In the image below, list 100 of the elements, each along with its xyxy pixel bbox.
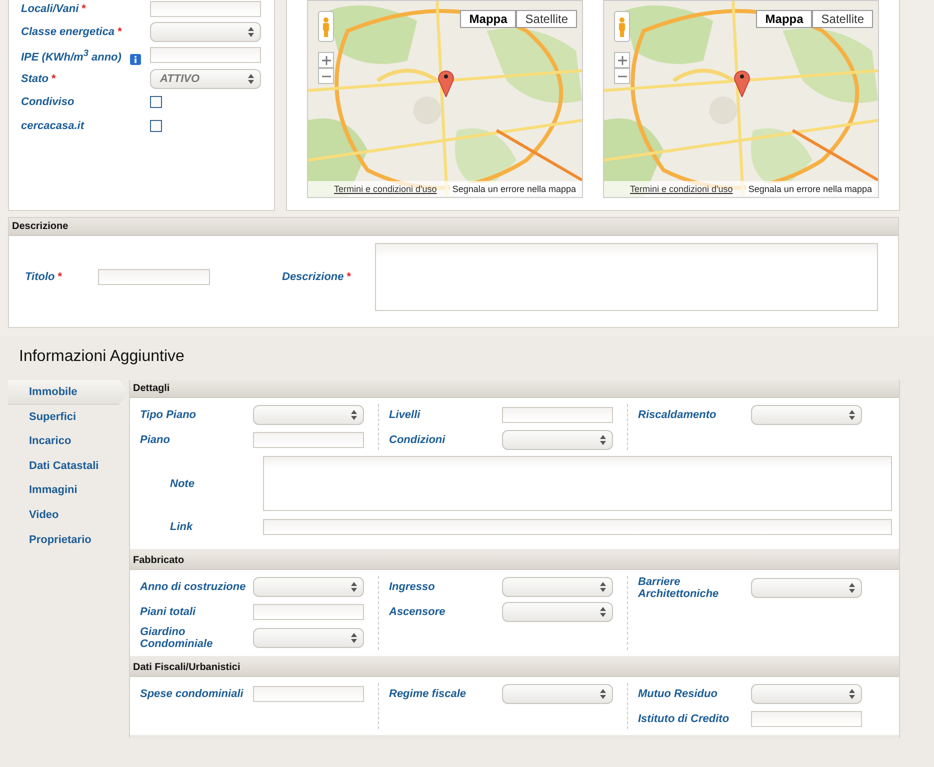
field-label: Piani totali xyxy=(140,606,197,618)
checkbox[interactable] xyxy=(150,120,162,132)
field-label: cercacasa.it xyxy=(21,120,84,132)
section-header: Dati Fiscali/Urbanistici xyxy=(130,659,899,677)
street-view-button[interactable] xyxy=(318,11,334,42)
text-area[interactable] xyxy=(263,456,892,511)
required-mark: * xyxy=(82,2,86,15)
field-label: Regime fiscale xyxy=(389,688,468,700)
text-field[interactable] xyxy=(253,432,364,448)
select-field[interactable] xyxy=(253,404,364,424)
required-mark: * xyxy=(52,72,56,85)
select-field[interactable] xyxy=(502,430,613,450)
text-area[interactable] xyxy=(375,243,878,311)
select-field[interactable] xyxy=(502,602,613,622)
field-label: Titolo xyxy=(25,271,55,283)
select-arrows-icon xyxy=(351,410,357,420)
terms-link[interactable]: Termini e condizioni d'uso xyxy=(334,184,437,194)
select-field[interactable] xyxy=(751,404,862,424)
field-label: Spese condominiali xyxy=(140,688,244,700)
zoom-out-button[interactable] xyxy=(614,68,630,84)
sidebar-tab[interactable]: Proprietario xyxy=(8,528,129,552)
select-field[interactable]: ATTIVO xyxy=(150,68,261,89)
field-label: Livelli xyxy=(389,408,422,420)
sidebar-tab[interactable]: Immobile xyxy=(8,380,129,405)
required-mark: * xyxy=(58,271,62,283)
field-label: Giardino Condominiale xyxy=(140,626,214,650)
info-icon[interactable] xyxy=(130,54,142,65)
field-label: Condizioni xyxy=(389,434,446,446)
select-arrows-icon xyxy=(849,688,855,698)
select-arrows-icon xyxy=(600,434,606,444)
select-field[interactable] xyxy=(253,576,364,596)
person-icon xyxy=(618,16,626,36)
map-type-button[interactable]: Mappa xyxy=(460,10,516,28)
map-type-button[interactable]: Mappa xyxy=(756,10,812,28)
select-field[interactable] xyxy=(751,684,862,704)
street-view-button[interactable] xyxy=(614,11,630,42)
map-type-button[interactable]: Satellite xyxy=(812,10,873,28)
text-field[interactable] xyxy=(150,0,261,17)
field-label: Tipo Piano xyxy=(140,408,198,420)
field-label: Ascensore xyxy=(389,606,446,618)
select-arrows-icon xyxy=(849,583,855,593)
section-header: Dettagli xyxy=(130,380,899,398)
text-field[interactable] xyxy=(98,269,210,285)
field-label: Barriere Architettoniche xyxy=(638,576,720,600)
map-pin-icon xyxy=(438,69,454,97)
map-pin-icon xyxy=(734,69,750,97)
field-label: Condiviso xyxy=(21,96,74,108)
select-arrows-icon xyxy=(600,582,606,592)
select-field[interactable] xyxy=(502,684,613,704)
sidebar-tab[interactable]: Superfici xyxy=(8,404,129,430)
report-link[interactable]: Segnala un errore nella mappa xyxy=(746,183,874,195)
field-label: IPE (KWh/m$^{3}$ anno) xyxy=(21,48,122,64)
checkbox[interactable] xyxy=(150,96,162,108)
field-label: Mutuo Residuo xyxy=(638,688,718,700)
text-field[interactable] xyxy=(253,604,364,620)
select-arrows-icon xyxy=(351,582,357,592)
zoom-in-button[interactable] xyxy=(614,52,630,68)
plus-icon xyxy=(322,56,330,64)
field-label: Anno di costruzione xyxy=(140,580,247,592)
field-label: Locali/Vani xyxy=(21,2,79,15)
select-arrows-icon xyxy=(248,27,254,38)
select-field[interactable] xyxy=(751,578,862,598)
required-mark: * xyxy=(118,26,122,38)
select-arrows-icon xyxy=(600,606,606,616)
zoom-in-button[interactable] xyxy=(318,52,334,68)
field-label: Stato xyxy=(21,72,48,85)
sidebar-tab[interactable]: Incarico xyxy=(8,429,129,454)
field-label: Riscaldamento xyxy=(638,408,718,420)
plus-icon xyxy=(618,56,626,64)
sidebar-tab[interactable]: Video xyxy=(8,502,129,528)
map-type-button[interactable]: Satellite xyxy=(516,10,577,28)
select-field[interactable] xyxy=(502,576,613,596)
select-arrows-icon xyxy=(600,688,606,698)
select-arrows-icon xyxy=(248,74,254,84)
text-field[interactable] xyxy=(253,686,364,702)
sidebar-tab[interactable]: Dati Catastali xyxy=(8,454,129,478)
field-label: Descrizione xyxy=(282,271,344,283)
sidebar-tab[interactable]: Immagini xyxy=(8,478,129,503)
select-arrows-icon xyxy=(849,410,855,420)
terms-link[interactable]: Termini e condizioni d'uso xyxy=(630,184,733,194)
field-label: Note xyxy=(169,478,196,490)
text-field[interactable] xyxy=(263,519,892,535)
report-link[interactable]: Segnala un errore nella mappa xyxy=(450,183,578,195)
section-header: Descrizione xyxy=(9,218,898,236)
field-label: Classe energetica xyxy=(21,26,115,38)
section-header: Fabbricato xyxy=(130,552,899,570)
field-label: Link xyxy=(169,521,194,533)
person-icon xyxy=(322,16,330,36)
field-label: Piano xyxy=(140,434,171,446)
zoom-out-button[interactable] xyxy=(318,68,334,84)
field-label: Istituto di Credito xyxy=(638,712,730,724)
text-field[interactable] xyxy=(502,406,613,422)
select-field[interactable] xyxy=(253,628,364,648)
select-arrows-icon xyxy=(351,633,357,643)
select-field[interactable] xyxy=(150,22,261,42)
text-field[interactable] xyxy=(150,47,261,64)
field-label: Ingresso xyxy=(389,580,436,592)
section-title: Informazioni Aggiuntive xyxy=(18,347,186,367)
required-mark: * xyxy=(346,271,352,283)
text-field[interactable] xyxy=(751,710,862,726)
